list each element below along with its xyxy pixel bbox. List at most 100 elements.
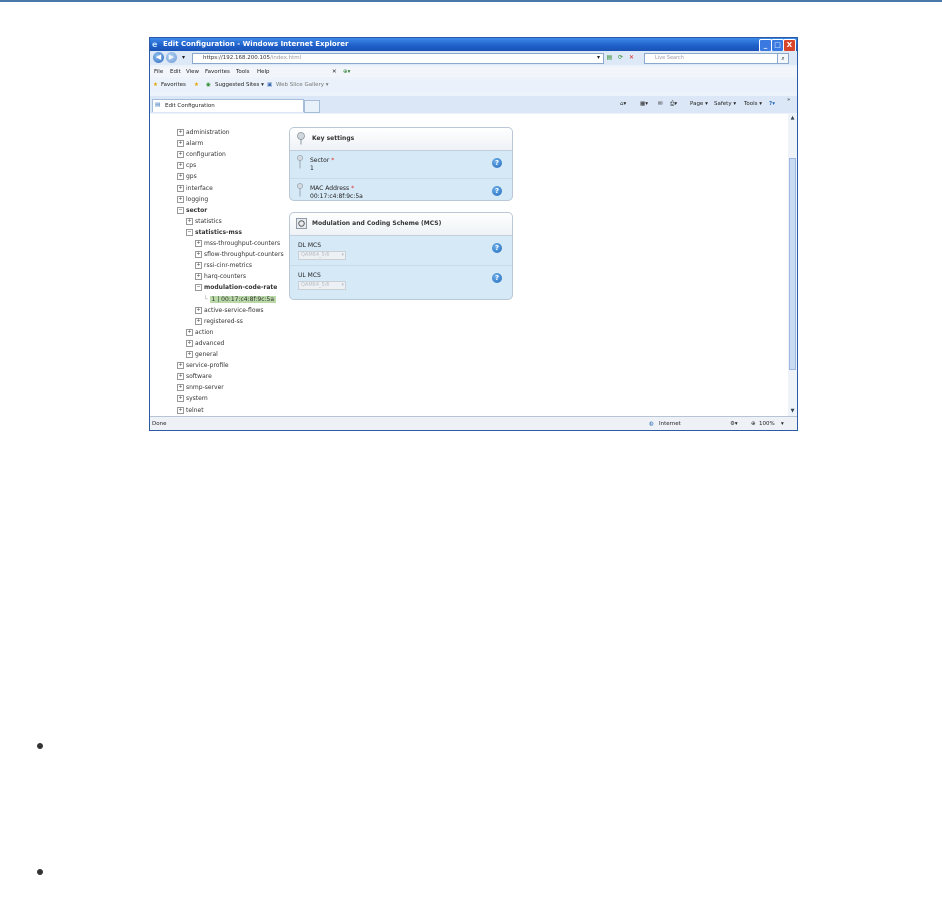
tree-item[interactable]: + system [177, 394, 208, 403]
forward-button[interactable]: ▶ [166, 52, 177, 63]
tab-edit-configuration[interactable]: ▤ Edit Configuration [152, 99, 304, 112]
add-favorite-icon[interactable]: ★ [194, 82, 199, 88]
tree-item[interactable]: + logging [177, 195, 208, 204]
tree-item[interactable]: + registered-ss [195, 317, 243, 326]
expand-icon[interactable]: + [177, 373, 184, 381]
scroll-thumb[interactable] [789, 158, 796, 370]
address-input[interactable]: https://192.168.200.105/index.html [192, 53, 604, 64]
expand-icon[interactable]: + [177, 362, 184, 370]
collapse-icon[interactable]: − [177, 206, 184, 214]
favorites-button[interactable]: Favorites [161, 82, 186, 88]
collapse-icon[interactable]: − [195, 284, 202, 292]
dl-mcs-select[interactable]: QAM64_5/6 ▾ [298, 251, 346, 260]
menu-view[interactable]: View [186, 69, 199, 75]
tree-item[interactable]: + general [186, 350, 218, 359]
expand-icon[interactable]: + [177, 384, 184, 392]
history-dropdown-icon[interactable]: ▾ [179, 53, 188, 62]
new-tab-button[interactable] [304, 100, 320, 113]
tree-item[interactable]: − modulation-code-rate [195, 283, 277, 292]
tree-item[interactable]: + interface [177, 184, 213, 193]
tree-item-label: service-profile [186, 362, 229, 370]
tree-item[interactable]: + sflow-throughput-counters [195, 250, 284, 259]
tree-item[interactable]: + cps [177, 161, 196, 170]
zoom-level[interactable]: 100% [759, 421, 775, 427]
print-icon[interactable]: ⎙▾ [670, 101, 677, 108]
tree-item[interactable]: + mss-throughput-counters [195, 239, 280, 248]
expand-icon[interactable]: + [195, 273, 202, 281]
suggested-sites-link[interactable]: Suggested Sites ▾ [215, 82, 264, 88]
page-menu[interactable]: Page ▾ [690, 101, 708, 107]
tree-item[interactable]: + action [186, 328, 213, 337]
tree-item[interactable]: + statistics [186, 217, 222, 226]
menu-file[interactable]: File [154, 69, 163, 75]
vertical-scrollbar[interactable]: ▲ ▼ [788, 114, 797, 416]
expand-icon[interactable]: + [195, 251, 202, 259]
expand-icon[interactable]: + [177, 129, 184, 136]
collapse-icon[interactable]: − [186, 228, 193, 236]
search-button[interactable]: ⌕ [777, 53, 789, 64]
help-icon[interactable]: ? [492, 158, 502, 168]
ul-mcs-select[interactable]: QAM64_5/6 ▾ [298, 281, 346, 290]
convert-icon[interactable]: ⊕▾ [343, 69, 350, 75]
tree-item[interactable]: + alarm [177, 139, 203, 148]
expand-icon[interactable]: + [195, 306, 202, 314]
search-input[interactable]: Live Search [644, 53, 784, 64]
tree-item[interactable]: + service-profile [177, 361, 229, 370]
scroll-down-icon[interactable]: ▼ [789, 408, 796, 415]
tree-item-label: statistics [195, 217, 222, 225]
tree-item[interactable]: └ 1 | 00:17:c4:8f:9c:5a [204, 295, 277, 304]
expand-icon[interactable]: + [195, 317, 202, 325]
tree-item[interactable]: + configuration [177, 150, 226, 159]
expand-icon[interactable]: + [177, 395, 184, 403]
help-icon[interactable]: ? [492, 243, 502, 253]
tree-item[interactable]: + software [177, 372, 212, 381]
address-dropdown-icon[interactable]: ▾ [594, 53, 603, 62]
help-icon[interactable]: ? [492, 273, 502, 283]
expand-icon[interactable]: + [177, 173, 184, 181]
expand-icon[interactable]: + [186, 217, 193, 225]
menu-help[interactable]: Help [257, 69, 270, 75]
tree-item[interactable]: + active-service-flows [195, 306, 264, 315]
protected-mode-icon[interactable]: ⚙▾ [730, 421, 738, 427]
tree-item[interactable]: + snmp-server [177, 383, 224, 392]
feeds-icon[interactable]: ▦▾ [640, 101, 648, 107]
expand-icon[interactable]: + [195, 240, 202, 247]
stop-icon[interactable]: ✕ [627, 53, 636, 62]
close-x-icon[interactable]: ✕ [332, 69, 337, 75]
more-chevron-icon[interactable]: » [787, 97, 790, 103]
expand-icon[interactable]: + [195, 262, 202, 270]
web-slice-gallery-link[interactable]: Web Slice Gallery ▾ [276, 82, 329, 88]
help-icon[interactable]: ? [492, 186, 502, 196]
tree-item[interactable]: + telnet [177, 406, 204, 415]
tree-item[interactable]: + advanced [186, 339, 224, 348]
expand-icon[interactable]: + [177, 140, 184, 148]
menu-tools[interactable]: Tools [236, 69, 250, 75]
expand-icon[interactable]: + [186, 351, 193, 358]
tree-item-label: gps [186, 173, 197, 181]
expand-icon[interactable]: + [177, 195, 184, 203]
expand-icon[interactable]: + [186, 339, 193, 347]
expand-icon[interactable]: + [186, 328, 193, 336]
refresh-icon[interactable]: ⟳ [616, 53, 625, 62]
tree-item[interactable]: − statistics-mss [186, 228, 242, 237]
tree-item[interactable]: + gps [177, 172, 197, 181]
tree-item[interactable]: + administration [177, 128, 230, 137]
menu-edit[interactable]: Edit [170, 69, 181, 75]
expand-icon[interactable]: + [177, 162, 184, 170]
tree-item[interactable]: − sector [177, 206, 207, 215]
menu-favorites[interactable]: Favorites [205, 69, 230, 75]
help-menu[interactable]: ?▾ [769, 101, 775, 107]
home-icon[interactable]: ⌂▾ [620, 101, 626, 107]
compatibility-icon[interactable]: ▤ [605, 53, 614, 62]
safety-menu[interactable]: Safety ▾ [714, 101, 736, 107]
expand-icon[interactable]: + [177, 406, 184, 414]
expand-icon[interactable]: + [177, 151, 184, 159]
expand-icon[interactable]: + [177, 184, 184, 192]
tree-item[interactable]: + harq-counters [195, 272, 246, 281]
scroll-up-icon[interactable]: ▲ [789, 115, 796, 122]
tree-item[interactable]: + rssi-cinr-metrics [195, 261, 252, 270]
back-button[interactable]: ◀ [153, 52, 164, 63]
tools-menu[interactable]: Tools ▾ [744, 101, 762, 107]
zoom-dropdown-icon[interactable]: ▾ [781, 421, 784, 427]
mail-icon[interactable]: ✉ [658, 101, 663, 107]
